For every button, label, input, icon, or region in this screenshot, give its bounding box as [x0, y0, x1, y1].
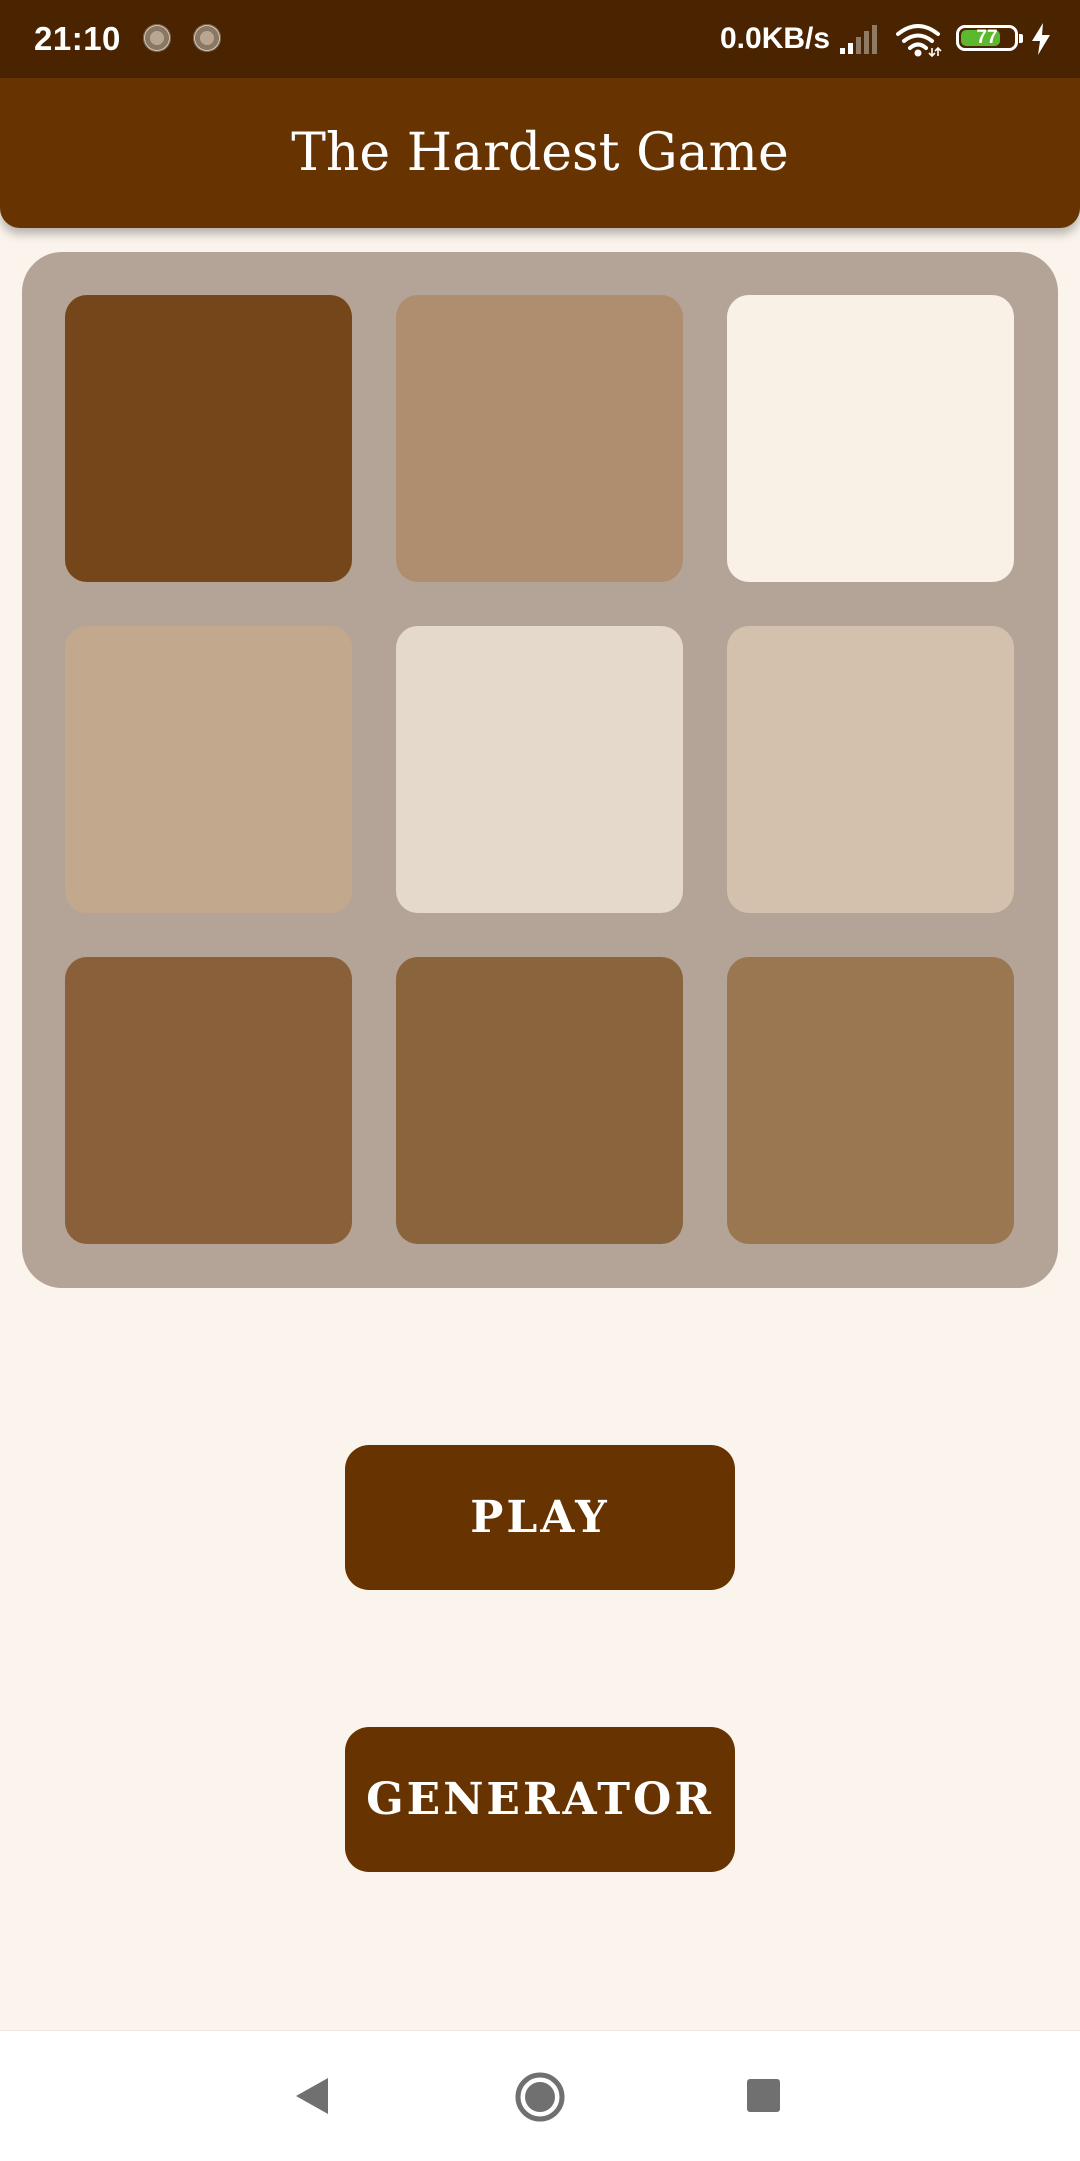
battery-level: 77 — [976, 27, 998, 48]
tile-0[interactable] — [65, 295, 352, 582]
notification-icon — [193, 24, 221, 52]
app-bar: The Hardest Game — [0, 78, 1080, 228]
tile-8[interactable] — [727, 957, 1014, 1244]
signal-icon — [840, 25, 877, 54]
battery-cap — [1019, 34, 1023, 43]
recents-icon[interactable] — [747, 2079, 780, 2112]
tile-3[interactable] — [65, 626, 352, 913]
home-icon[interactable] — [514, 2071, 566, 2123]
tile-5[interactable] — [727, 626, 1014, 913]
tile-4[interactable] — [396, 626, 683, 913]
navigation-bar — [0, 2030, 1080, 2161]
tile-2[interactable] — [727, 295, 1014, 582]
play-button[interactable]: PLAY — [345, 1445, 735, 1590]
game-board — [22, 252, 1058, 1288]
tile-6[interactable] — [65, 957, 352, 1244]
generator-button[interactable]: GENERATOR — [345, 1727, 735, 1872]
back-icon[interactable] — [294, 2076, 330, 2116]
tile-1[interactable] — [396, 295, 683, 582]
status-time: 21:10 — [34, 20, 121, 57]
wifi-icon — [896, 24, 942, 58]
network-speed: 0.0KB/s — [720, 22, 831, 55]
battery-icon: 77 — [956, 25, 1023, 51]
app-title: The Hardest Game — [291, 123, 789, 183]
notification-icon — [143, 24, 171, 52]
status-bar: 21:10 0.0KB/s 77 — [0, 0, 1080, 78]
charging-icon — [1032, 23, 1050, 55]
tile-7[interactable] — [396, 957, 683, 1244]
